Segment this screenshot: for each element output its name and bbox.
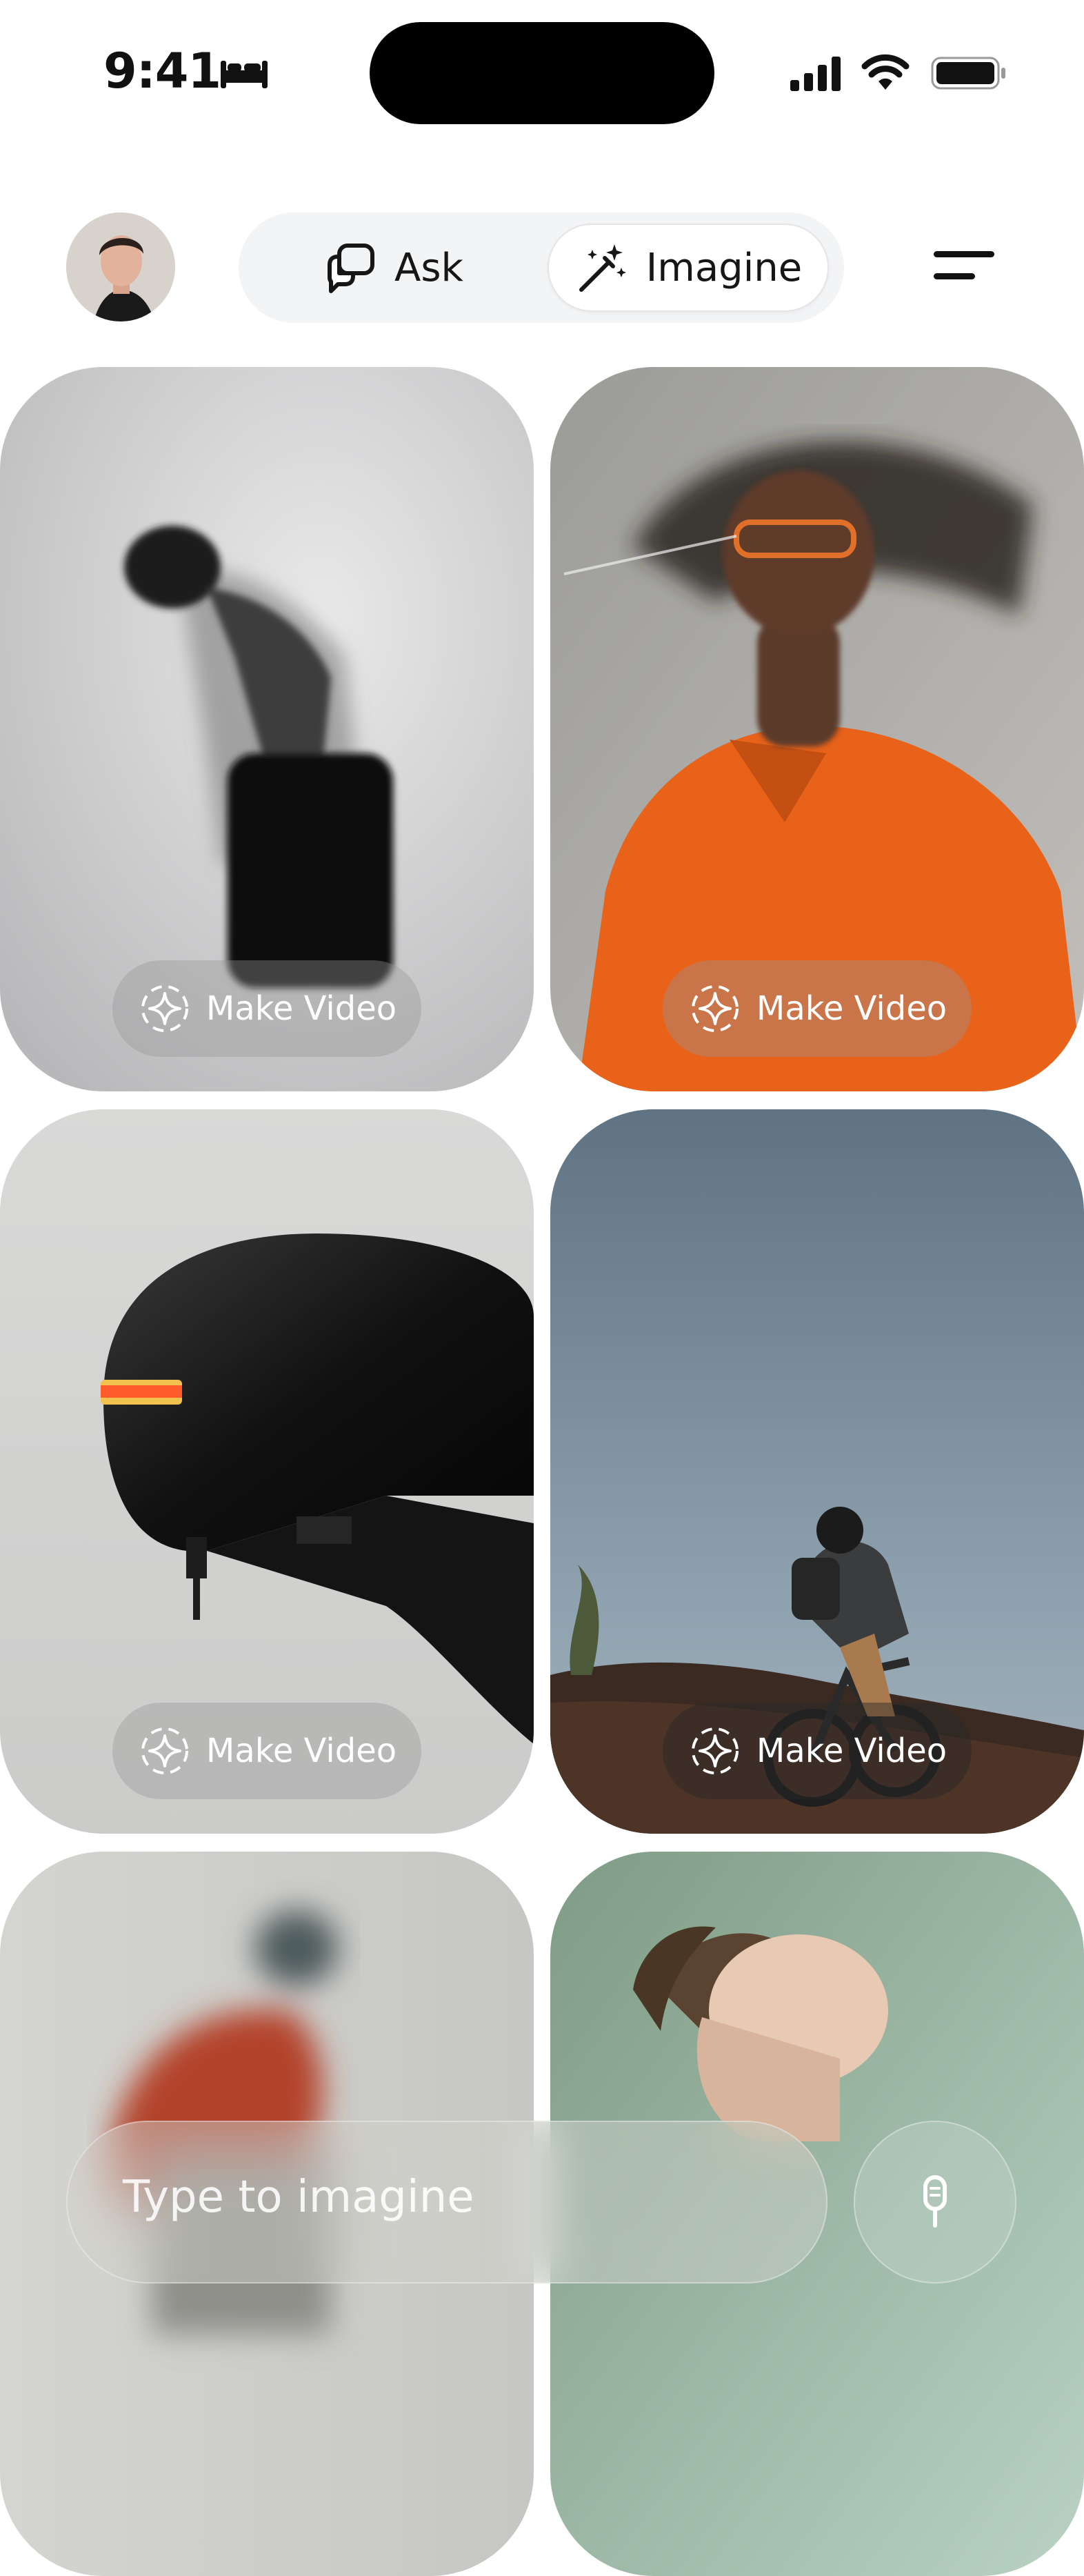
microphone-button[interactable] <box>854 2121 1016 2283</box>
dynamic-island <box>370 22 714 124</box>
make-video-label: Make Video <box>756 1732 947 1770</box>
sparkle-icon <box>691 985 739 1032</box>
status-time: 9:41 <box>103 43 221 99</box>
menu-icon[interactable] <box>924 243 1000 291</box>
make-video-label: Make Video <box>205 1732 397 1770</box>
wifi-icon <box>861 54 910 90</box>
profile-avatar[interactable] <box>66 212 175 321</box>
sparkle-icon <box>141 1727 188 1774</box>
make-video-label: Make Video <box>205 989 397 1028</box>
battery-icon <box>931 57 1005 90</box>
magic-wand-icon <box>579 244 626 292</box>
gallery-card[interactable]: Make Video <box>0 367 534 1091</box>
imagine-prompt-input[interactable]: Type to imagine <box>66 2121 827 2283</box>
make-video-button[interactable]: Make Video <box>663 1703 972 1799</box>
sparkle-icon <box>141 985 188 1032</box>
sparkle-icon <box>691 1727 739 1774</box>
make-video-label: Make Video <box>756 989 947 1028</box>
mode-switcher: Ask Imagine <box>239 212 844 323</box>
tab-ask-label: Ask <box>394 245 463 290</box>
make-video-button[interactable]: Make Video <box>112 960 421 1057</box>
chat-bubbles-icon <box>328 244 375 293</box>
make-video-button[interactable]: Make Video <box>663 960 972 1057</box>
tab-imagine[interactable]: Imagine <box>548 224 829 312</box>
gallery-card[interactable]: Make Video <box>0 1109 534 1834</box>
gallery-card[interactable]: Make Video <box>550 367 1084 1091</box>
bed-icon <box>221 61 268 88</box>
tab-ask[interactable]: Ask <box>255 224 531 312</box>
signal-icon <box>790 57 841 91</box>
tab-imagine-label: Imagine <box>645 245 803 290</box>
status-bar: 9:41 <box>0 0 1084 138</box>
microphone-icon <box>923 2175 947 2228</box>
prompt-placeholder: Type to imagine <box>123 2172 474 2223</box>
make-video-button[interactable]: Make Video <box>112 1703 421 1799</box>
gallery-card[interactable]: Make Video <box>550 1109 1084 1834</box>
